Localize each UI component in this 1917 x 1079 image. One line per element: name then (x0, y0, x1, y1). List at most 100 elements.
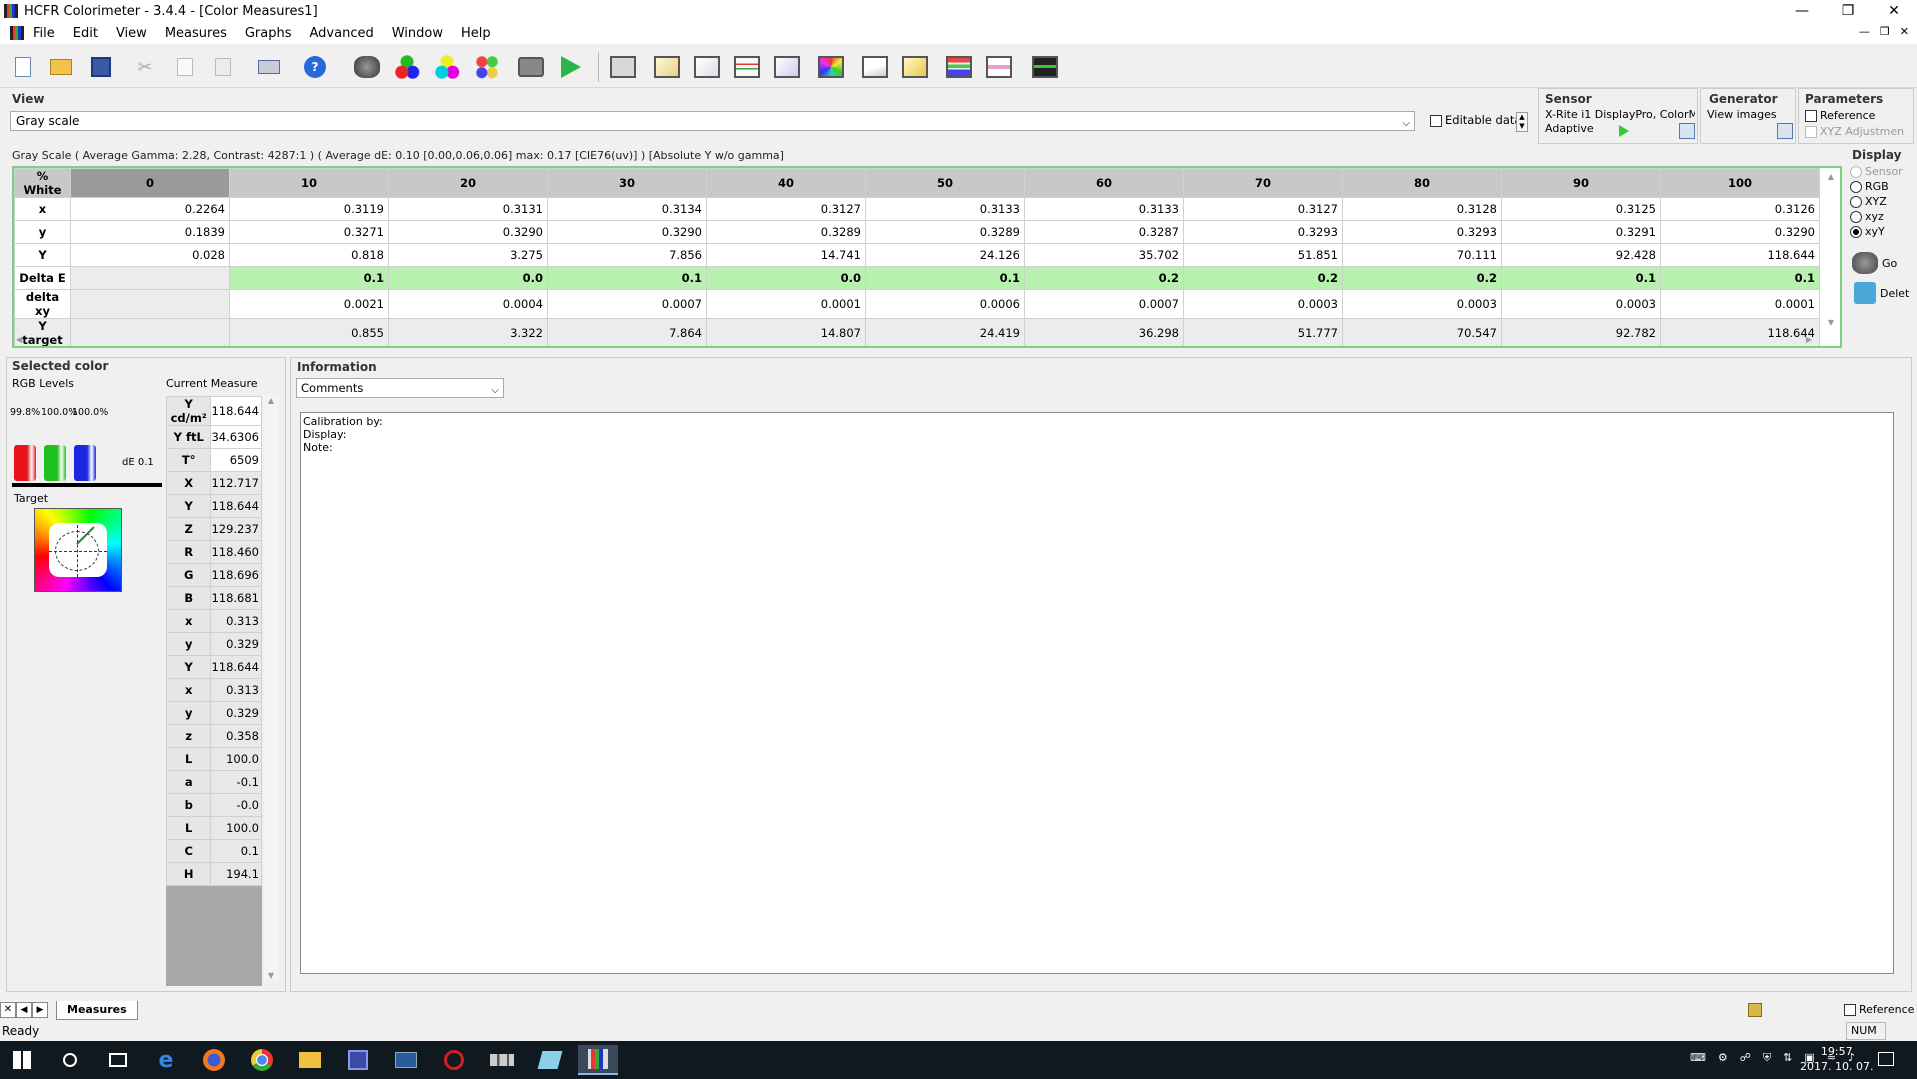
document-icon[interactable] (10, 26, 24, 40)
notes-textarea[interactable]: Calibration by: Display: Note: (300, 412, 1894, 974)
tab-close-icon[interactable]: ✕ (0, 1002, 16, 1018)
file-explorer-icon[interactable] (290, 1045, 330, 1075)
table-cell[interactable]: 0.2264 (70, 197, 230, 221)
reference-checkbox[interactable]: Reference (1805, 109, 1875, 122)
table-cell[interactable]: 24.126 (865, 243, 1025, 267)
column-header[interactable]: 20 (388, 168, 548, 198)
gamma-graph-icon[interactable] (652, 52, 682, 82)
table-cell[interactable]: 0.2 (1183, 266, 1343, 290)
table-cell[interactable]: 0.3131 (388, 197, 548, 221)
chevron-down-icon[interactable]: ⌵ (1402, 115, 1410, 133)
table-cell[interactable]: 0.3290 (388, 220, 548, 244)
table-cell[interactable]: 51.851 (1183, 243, 1343, 267)
open-folder-icon[interactable] (46, 52, 76, 82)
camera-icon[interactable] (516, 52, 546, 82)
saturation-measure-icon[interactable] (472, 52, 502, 82)
table-cell[interactable]: 0.2 (1342, 266, 1502, 290)
table-cell[interactable]: 0.3128 (1342, 197, 1502, 221)
mdi-close-button[interactable]: ✕ (1900, 25, 1909, 38)
app-mkv-icon[interactable] (482, 1045, 522, 1075)
scroll-left-icon[interactable]: ◀ (16, 335, 22, 344)
copy-icon[interactable] (170, 52, 200, 82)
app-notes-icon[interactable] (530, 1045, 570, 1075)
maximize-button[interactable]: ❐ (1825, 0, 1871, 22)
table-cell[interactable]: 24.419 (865, 318, 1025, 346)
menu-window[interactable]: Window (383, 26, 452, 41)
cie-chart-icon[interactable] (816, 52, 846, 82)
table-cell[interactable]: 0.3133 (865, 197, 1025, 221)
table-cell[interactable]: 0.1839 (70, 220, 230, 244)
tray-network-icon[interactable]: ☍ (1740, 1051, 1751, 1065)
table-cell[interactable]: 3.275 (388, 243, 548, 267)
comments-select[interactable]: Comments ⌵ (296, 378, 504, 398)
table-cell[interactable]: 0.0001 (1660, 289, 1820, 319)
scroll-up-icon[interactable]: ▲ (1828, 172, 1834, 181)
column-header[interactable]: 100 (1660, 168, 1820, 198)
table-cell[interactable]: 36.298 (1024, 318, 1184, 346)
table-cell[interactable]: 3.322 (388, 318, 548, 346)
table-cell[interactable]: 0.2 (1024, 266, 1184, 290)
tray-bluetooth-icon[interactable]: ⇅ (1783, 1051, 1792, 1065)
color-temp-graph-icon[interactable] (772, 52, 802, 82)
search-icon[interactable] (50, 1045, 90, 1075)
menu-file[interactable]: File (24, 26, 64, 41)
table-cell[interactable]: 0.3127 (1183, 197, 1343, 221)
secondary-measure-icon[interactable] (432, 52, 462, 82)
menu-advanced[interactable]: Advanced (301, 26, 383, 41)
tab-next-icon[interactable]: ▶ (32, 1002, 48, 1018)
menu-measures[interactable]: Measures (156, 26, 236, 41)
notification-icon[interactable] (1878, 1052, 1894, 1066)
menu-edit[interactable]: Edit (64, 26, 107, 41)
scroll-up-icon[interactable]: ▲ (264, 396, 278, 405)
firefox-icon[interactable] (194, 1045, 234, 1075)
scroll-right-icon[interactable]: ▶ (1806, 335, 1812, 344)
measures-view-icon[interactable] (608, 52, 638, 82)
table-cell[interactable]: 0.3271 (229, 220, 389, 244)
current-measure-scrollbar[interactable]: ▲ ▼ (264, 396, 278, 980)
display-option-xyy[interactable]: xyY (1850, 224, 1914, 239)
column-header[interactable]: 90 (1501, 168, 1661, 198)
menu-graphs[interactable]: Graphs (236, 26, 301, 41)
table-cell[interactable]: 0.1 (1501, 266, 1661, 290)
radio-icon[interactable] (1850, 211, 1862, 223)
radio-icon[interactable] (1850, 166, 1862, 178)
tray-shield-icon[interactable]: ⛨ (1763, 1051, 1771, 1065)
table-cell[interactable]: 0.3289 (865, 220, 1025, 244)
table-cell[interactable]: 0.855 (229, 318, 389, 346)
table-cell[interactable]: 0.0003 (1183, 289, 1343, 319)
table-cell[interactable] (70, 266, 230, 290)
column-header[interactable]: 80 (1342, 168, 1502, 198)
table-cell[interactable]: 7.864 (547, 318, 707, 346)
column-header[interactable]: 50 (865, 168, 1025, 198)
column-header[interactable]: 30 (547, 168, 707, 198)
spectrum-graph-icon[interactable] (1030, 52, 1060, 82)
table-cell[interactable]: 0.3293 (1342, 220, 1502, 244)
table-cell[interactable]: 35.702 (1024, 243, 1184, 267)
table-cell[interactable]: 0.3289 (706, 220, 866, 244)
table-cell[interactable] (70, 318, 230, 346)
delta-e-graph-icon[interactable] (860, 52, 890, 82)
table-cell[interactable]: 7.856 (547, 243, 707, 267)
tray-settings-icon[interactable]: ⚙ (1718, 1051, 1728, 1065)
menu-help[interactable]: Help (452, 26, 500, 41)
radio-icon[interactable] (1850, 181, 1862, 193)
go-button[interactable]: Go (1852, 252, 1897, 274)
editable-data-checkbox[interactable]: Editable data (1430, 113, 1521, 127)
table-cell[interactable]: 0.3287 (1024, 220, 1184, 244)
table-cell[interactable]: 0.028 (70, 243, 230, 267)
table-cell[interactable]: 0.0004 (388, 289, 548, 319)
scroll-down-icon[interactable]: ▼ (264, 971, 278, 980)
display-option-sensor[interactable]: Sensor (1850, 164, 1914, 179)
mdi-minimize-button[interactable]: — (1859, 25, 1870, 38)
table-cell[interactable]: 0.818 (229, 243, 389, 267)
column-header[interactable]: 70 (1183, 168, 1343, 198)
menu-view[interactable]: View (107, 26, 156, 41)
close-button[interactable]: ✕ (1871, 0, 1917, 22)
table-cell[interactable]: 0.0 (706, 266, 866, 290)
table-cell[interactable]: 14.807 (706, 318, 866, 346)
mdi-restore-button[interactable]: ❐ (1880, 25, 1890, 38)
table-cell[interactable]: 0.3290 (547, 220, 707, 244)
windows-start-icon[interactable] (2, 1045, 42, 1075)
table-cell[interactable]: 70.111 (1342, 243, 1502, 267)
hcfr-taskbar-icon[interactable] (578, 1045, 618, 1075)
